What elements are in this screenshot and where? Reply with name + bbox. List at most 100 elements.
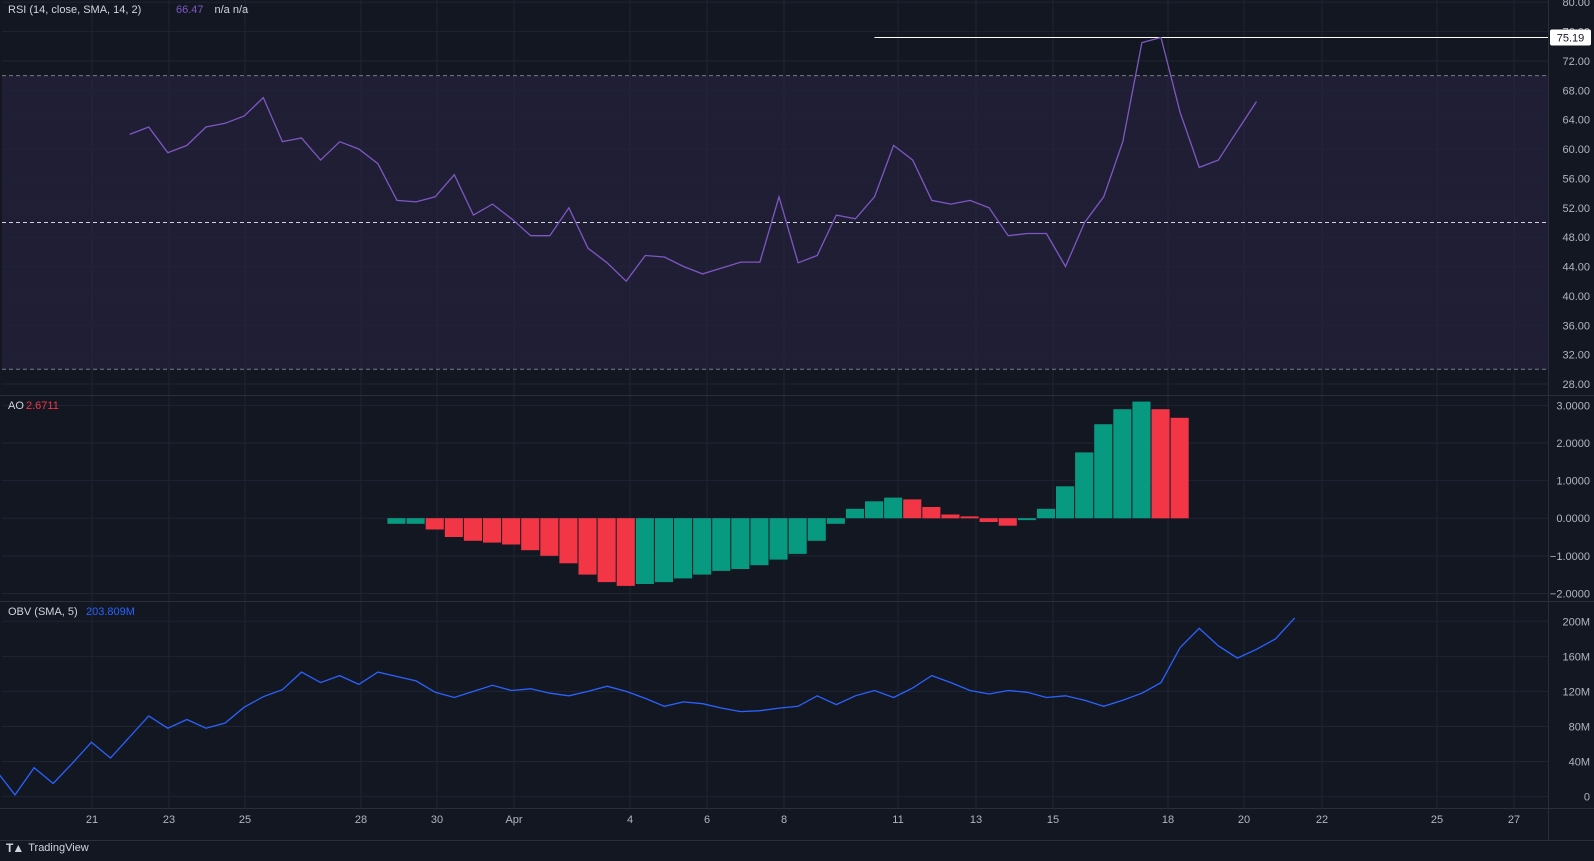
brand-name: TradingView (28, 842, 89, 854)
legend-value: 66.47 (176, 4, 204, 16)
y-tick-label-pane1: 48.00 (1562, 232, 1590, 244)
ao-bar[interactable] (788, 518, 807, 554)
ao-bar[interactable] (444, 518, 463, 537)
y-tick-label-pane3: 0 (1584, 792, 1590, 804)
y-tick-label-pane1: 72.00 (1562, 56, 1590, 68)
ao-bar[interactable] (483, 518, 502, 543)
ao-bar[interactable] (998, 518, 1017, 526)
ao-bar[interactable] (406, 518, 425, 524)
ao-bar[interactable] (1132, 401, 1151, 519)
ao-bar[interactable] (1017, 518, 1036, 521)
ao-bar[interactable] (654, 518, 673, 583)
y-tick-label-pane3: 80M (1569, 721, 1590, 733)
x-tick-label: 22 (1316, 814, 1328, 826)
y-tick-label-pane1: 64.00 (1562, 115, 1590, 127)
ao-bar[interactable] (807, 518, 826, 541)
x-tick-label: 25 (239, 814, 251, 826)
y-tick-label-pane1: 28.00 (1562, 379, 1590, 391)
ao-bar[interactable] (922, 507, 941, 519)
ao-bar[interactable] (425, 518, 444, 530)
ao-bar[interactable] (1151, 409, 1170, 519)
ao-bar[interactable] (1094, 424, 1113, 519)
y-tick-label-pane2: 0.0000 (1556, 513, 1590, 525)
y-tick-label-pane1: 32.00 (1562, 350, 1590, 362)
y-tick-label-pane2: −1.0000 (1550, 551, 1590, 563)
chart-area[interactable]: 80.0076.0072.0068.0064.0060.0056.0052.00… (0, 0, 1594, 856)
y-tick-label-pane1: 36.00 (1562, 320, 1590, 332)
ao-bar[interactable] (884, 497, 903, 519)
ao-bar[interactable] (693, 518, 712, 575)
legend-pane3[interactable]: OBV (SMA, 5) 203.809M (8, 606, 135, 618)
legend-pane2[interactable]: AO 2.6711 (8, 400, 59, 412)
ao-bar[interactable] (865, 501, 884, 519)
ao-bar[interactable] (941, 514, 960, 519)
y-tick-label-pane1: 40.00 (1562, 291, 1590, 303)
x-tick-label: 21 (86, 814, 98, 826)
y-tick-label-pane3: 200M (1562, 616, 1590, 628)
ao-bar[interactable] (387, 518, 406, 524)
y-tick-label-pane1: 44.00 (1562, 262, 1590, 274)
ao-bar[interactable] (826, 518, 845, 524)
ao-bar[interactable] (769, 518, 788, 560)
ao-bar[interactable] (521, 518, 540, 551)
rsi-high-marker-label: 75.19 (1557, 33, 1585, 45)
ao-bar[interactable] (1075, 452, 1094, 519)
y-tick-label-pane1: 52.00 (1562, 203, 1590, 215)
y-tick-label-pane2: 3.0000 (1556, 400, 1590, 412)
legend-title: AO (8, 400, 24, 412)
y-tick-label-pane1: 56.00 (1562, 173, 1590, 185)
x-tick-label: 8 (781, 814, 787, 826)
tradingview-logo-icon: T▲ (6, 841, 24, 855)
ao-bar[interactable] (731, 518, 750, 569)
ao-bar[interactable] (597, 518, 616, 583)
ao-bar[interactable] (845, 508, 864, 519)
ao-bar[interactable] (635, 518, 654, 584)
legend-value: 2.6711 (26, 400, 59, 412)
ao-bar[interactable] (674, 518, 693, 579)
x-tick-label: 30 (431, 814, 443, 826)
x-tick-label: 27 (1508, 814, 1520, 826)
ao-bar[interactable] (540, 518, 559, 556)
ao-bar[interactable] (903, 499, 922, 519)
x-tick-label: 11 (892, 814, 903, 826)
x-tick-label: 13 (970, 814, 982, 826)
tradingview-branding[interactable]: T▲ TradingView (6, 840, 89, 856)
x-tick-label: 20 (1238, 814, 1250, 826)
x-tick-label: 15 (1047, 814, 1059, 826)
ao-bar[interactable] (463, 518, 482, 541)
ao-bar[interactable] (502, 518, 521, 545)
x-tick-label: Apr (505, 814, 522, 826)
x-tick-label: 23 (163, 814, 175, 826)
ao-bar[interactable] (1113, 409, 1132, 519)
ao-bar[interactable] (1036, 508, 1055, 519)
y-tick-label-pane1: 68.00 (1562, 85, 1590, 97)
y-tick-label-pane3: 120M (1562, 686, 1590, 698)
ao-bar[interactable] (1170, 417, 1189, 519)
ao-bar[interactable] (979, 518, 998, 522)
ao-bar[interactable] (1056, 486, 1075, 519)
ao-bar[interactable] (616, 518, 635, 586)
y-tick-label-pane1: 60.00 (1562, 144, 1590, 156)
ao-bar[interactable] (750, 518, 769, 566)
y-tick-label-pane2: 2.0000 (1556, 438, 1590, 450)
y-tick-label-pane1: 80.00 (1562, 0, 1590, 9)
legend-title: OBV (SMA, 5) (8, 606, 78, 618)
legend-value: 203.809M (86, 606, 135, 618)
legend-title: RSI (14, close, SMA, 14, 2) (8, 4, 141, 16)
indicator-chart-svg[interactable]: 80.0076.0072.0068.0064.0060.0056.0052.00… (0, 0, 1594, 856)
ao-bar[interactable] (712, 518, 731, 571)
x-tick-label: 4 (627, 814, 633, 826)
y-tick-label-pane2: 1.0000 (1556, 476, 1590, 488)
legend-extra: n/a n/a (215, 4, 250, 16)
y-tick-label-pane3: 40M (1569, 757, 1590, 769)
x-tick-label: 6 (704, 814, 710, 826)
ao-bar[interactable] (578, 518, 597, 575)
bottom-strip (0, 840, 1594, 856)
x-tick-label: 28 (355, 814, 367, 826)
ao-bar[interactable] (559, 518, 578, 564)
ao-bar[interactable] (960, 516, 979, 519)
y-tick-label-pane2: −2.0000 (1550, 588, 1590, 600)
y-tick-label-pane3: 160M (1562, 651, 1590, 663)
x-tick-label: 25 (1431, 814, 1443, 826)
x-tick-label: 18 (1162, 814, 1174, 826)
